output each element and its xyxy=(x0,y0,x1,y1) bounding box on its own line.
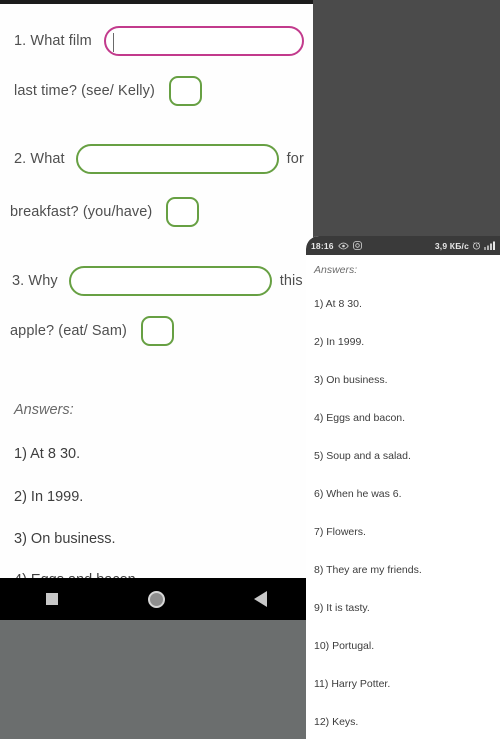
triangle-left-icon xyxy=(254,591,268,607)
signal-bars-icon xyxy=(484,237,495,255)
worksheet-panel: 1. What film last time? (see/ Kelly) 2. … xyxy=(0,0,313,620)
question-1-continuation-label: last time? (see/ Kelly) xyxy=(14,83,155,99)
question-3-label: 3. Why xyxy=(12,273,58,289)
question-2-trailing-label: for xyxy=(286,151,304,167)
question-3-row: 3. Why this xyxy=(12,266,303,296)
list-item: 5) Soup and a salad. xyxy=(314,450,411,462)
question-2-label: 2. What xyxy=(14,151,65,167)
alarm-clock-icon xyxy=(472,237,481,255)
phone-answers-list: Answers: 1) At 8 30. 2) In 1999. 3) On b… xyxy=(306,255,500,739)
question-1-label: 1. What film xyxy=(14,33,92,49)
nav-recents-button[interactable] xyxy=(26,578,78,620)
circle-icon xyxy=(147,590,165,608)
text-caret xyxy=(112,33,115,52)
nav-home-button[interactable] xyxy=(130,578,182,620)
list-item: 6) When he was 6. xyxy=(314,488,402,500)
question-1-continuation-row: last time? (see/ Kelly) xyxy=(14,76,202,106)
question-2-continuation-label: breakfast? (you/have) xyxy=(10,204,153,220)
square-icon xyxy=(46,593,59,605)
screenshot-root: 1. What film last time? (see/ Kelly) 2. … xyxy=(0,0,500,739)
question-3-small-input[interactable] xyxy=(140,316,174,346)
phone-screenshot-panel: 18:16 3,9 КБ/c Answers: 1) At 8 30. 2) I… xyxy=(306,236,500,739)
android-nav-bar xyxy=(0,578,313,620)
phone-status-bar: 18:16 3,9 КБ/c xyxy=(306,236,500,255)
question-2-continuation-row: breakfast? (you/have) xyxy=(10,197,200,227)
worksheet-answer-item: 2) In 1999. xyxy=(14,489,84,505)
question-2-row: 2. What for xyxy=(14,144,304,174)
question-3-trailing-label: this xyxy=(279,273,303,289)
worksheet-answer-item: 1) At 8 30. xyxy=(14,446,81,462)
worksheet-answer-item: 3) On business. xyxy=(14,531,116,547)
list-item: 9) It is tasty. xyxy=(314,602,370,614)
list-item: 11) Harry Potter. xyxy=(314,678,391,690)
instagram-icon xyxy=(352,237,362,255)
status-bar-right-group: 3,9 КБ/c xyxy=(435,237,495,255)
question-2-answer-input[interactable] xyxy=(75,144,279,174)
list-item: 8) They are my friends. xyxy=(314,564,422,576)
question-3-continuation-row: apple? (eat/ Sam) xyxy=(10,316,174,346)
question-1-answer-input[interactable] xyxy=(103,26,304,56)
status-bar-clock: 18:16 xyxy=(311,240,334,251)
status-bar-left-group: 18:16 xyxy=(311,237,362,255)
list-item: 3) On business. xyxy=(314,374,388,386)
network-speed-label: 3,9 КБ/c xyxy=(434,240,469,251)
question-3-answer-input[interactable] xyxy=(68,266,272,296)
list-item: 10) Portugal. xyxy=(314,640,375,652)
phone-answers-heading: Answers: xyxy=(314,264,358,276)
list-item: 4) Eggs and bacon. xyxy=(314,412,406,424)
question-1-row: 1. What film xyxy=(14,26,304,56)
gray-backdrop-lower xyxy=(0,620,313,739)
list-item: 2) In 1999. xyxy=(314,336,365,348)
question-2-small-input[interactable] xyxy=(166,197,200,227)
nav-back-button[interactable] xyxy=(235,578,287,620)
list-item: 7) Flowers. xyxy=(314,526,366,538)
worksheet-content: 1. What film last time? (see/ Kelly) 2. … xyxy=(0,4,313,588)
list-item: 12) Keys. xyxy=(314,716,359,728)
question-1-small-input[interactable] xyxy=(168,76,202,106)
question-3-continuation-label: apple? (eat/ Sam) xyxy=(10,323,127,339)
worksheet-answers-heading: Answers: xyxy=(14,402,74,418)
list-item: 1) At 8 30. xyxy=(314,298,362,310)
eye-icon xyxy=(338,237,349,255)
